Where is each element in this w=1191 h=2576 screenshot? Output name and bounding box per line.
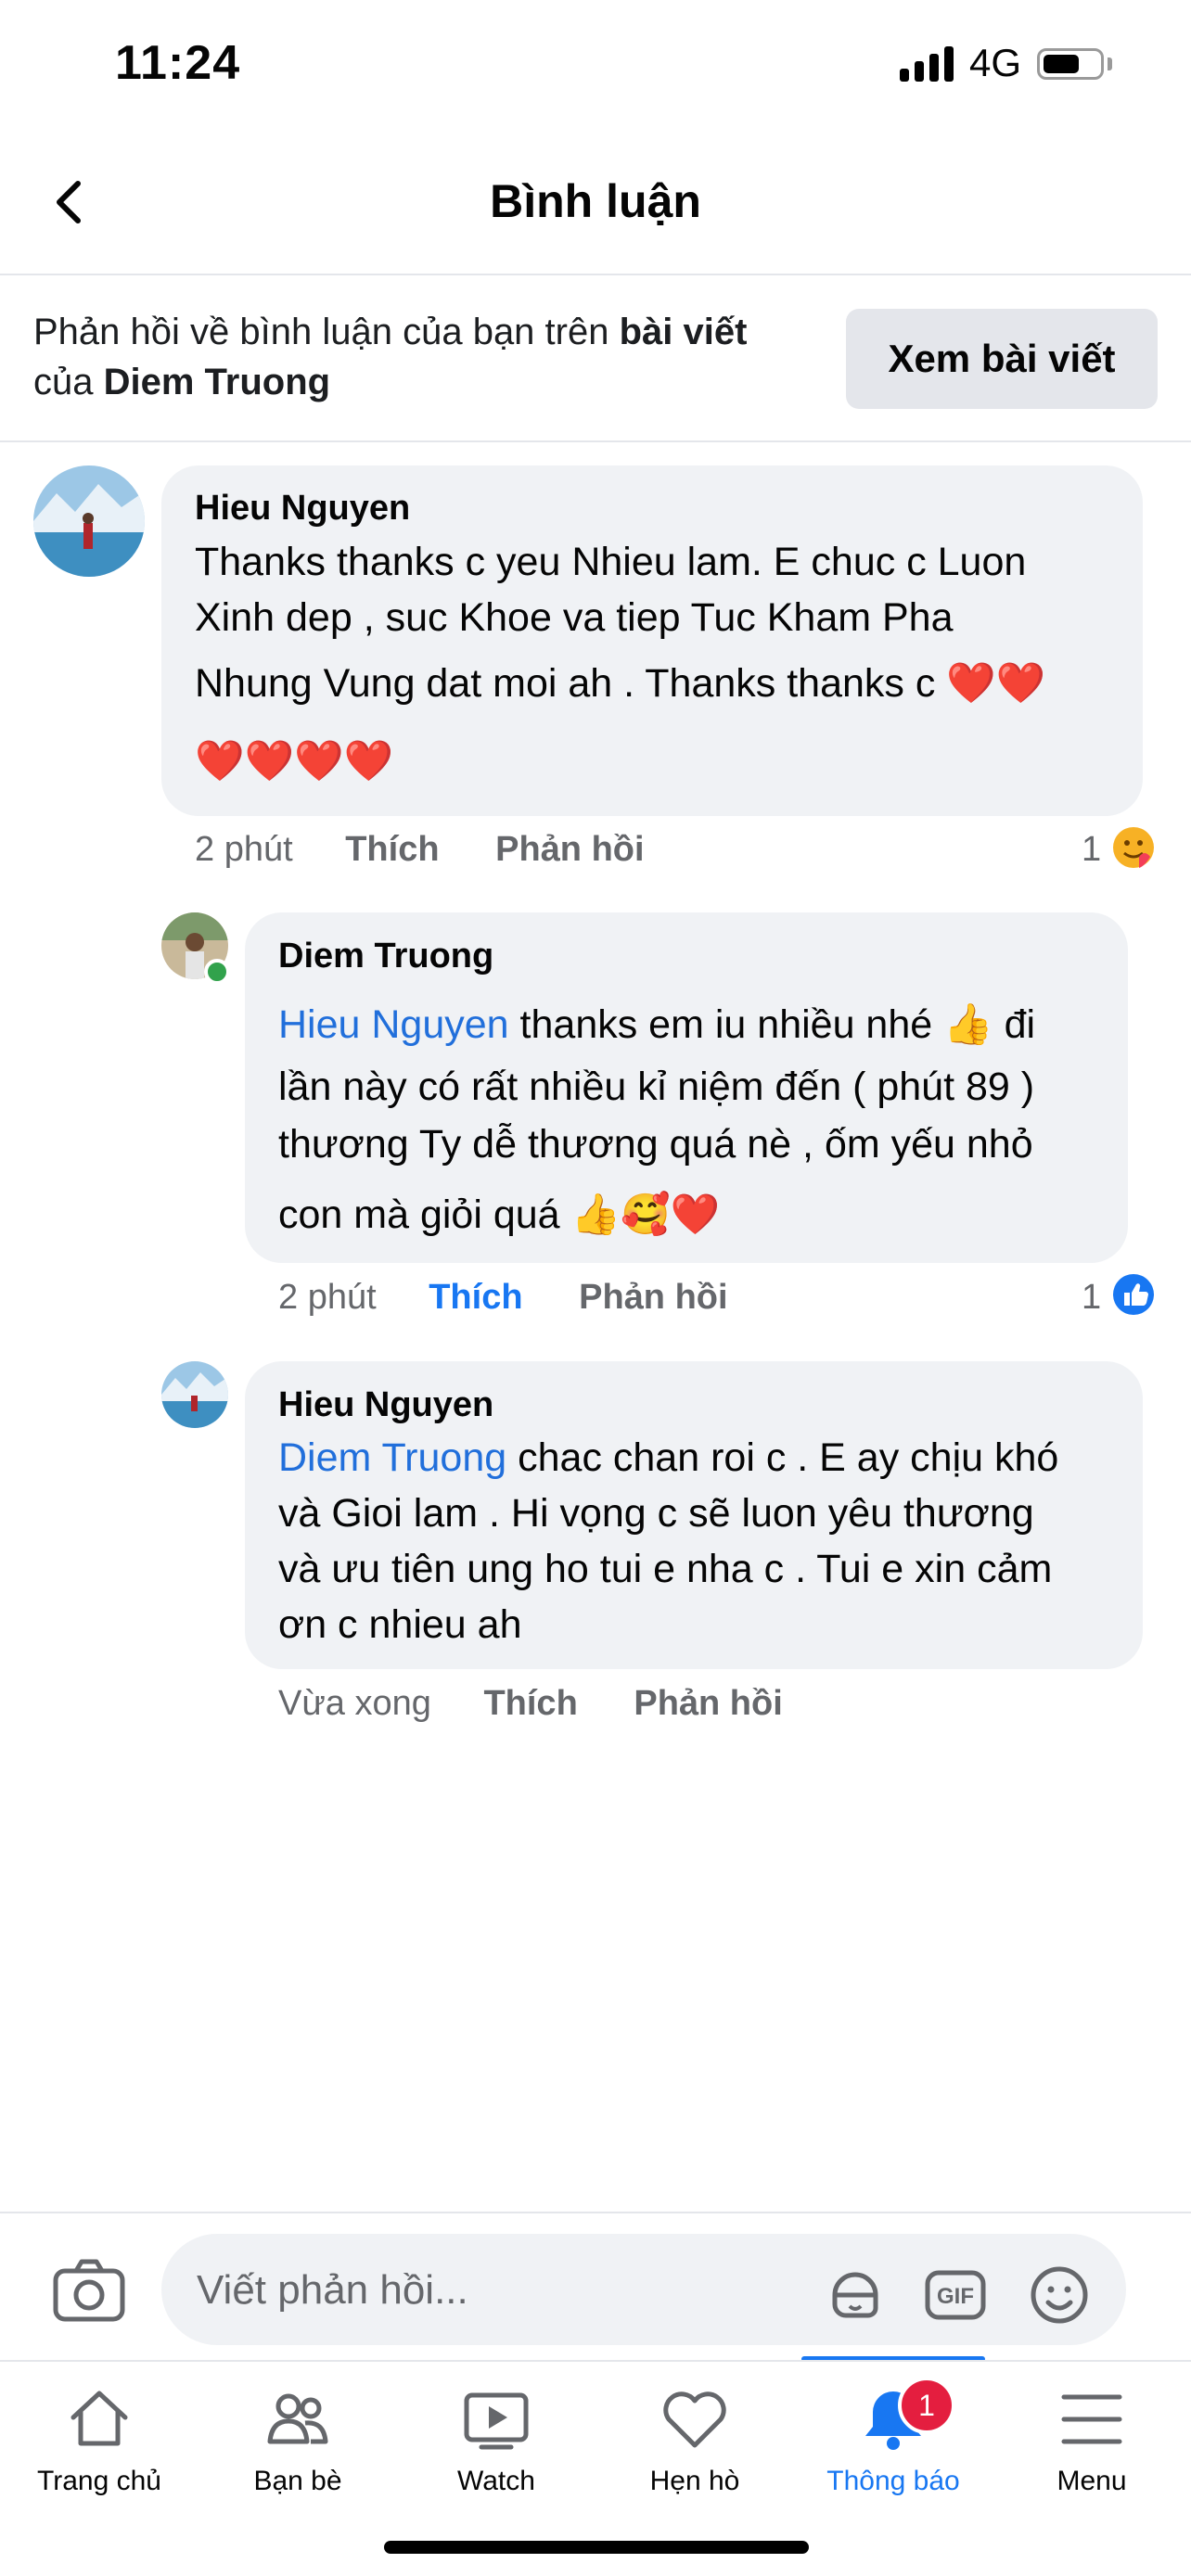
comment-line: và Gioi lam . Hi vọng c sẽ luon yêu thươ… xyxy=(278,1491,1034,1536)
heart-emoji-line: ❤️❤️❤️❤️ xyxy=(195,739,394,784)
comment-actions: Vừa xong Thích Phản hồi xyxy=(278,1684,783,1724)
comment-line-text: chac chan roi c . E ay chịu khó xyxy=(506,1435,1059,1480)
reply-input-container[interactable]: GIF xyxy=(161,2234,1126,2345)
post-author-name[interactable]: Diem Truong xyxy=(104,362,330,402)
bottom-tab-bar: Trang chủ Bạn bè Watch Hẹn hò 1 Thông bá… xyxy=(0,2360,1191,2510)
reply-context-banner: Phản hồi về bình luận của bạn trên bài v… xyxy=(0,275,1191,442)
tab-dating[interactable]: Hẹn hò xyxy=(596,2362,794,2510)
signal-strength-icon xyxy=(900,46,955,82)
tab-label: Bạn bè xyxy=(253,2466,342,2496)
avatar[interactable] xyxy=(161,1361,228,1428)
banner-text-before: Phản hồi về bình luận của bạn trên xyxy=(33,312,620,352)
avatar-photo-icon xyxy=(33,465,145,577)
comment-line: Nhung Vung dat moi ah . Thanks thanks c … xyxy=(195,660,1045,707)
like-button[interactable]: Thích xyxy=(345,830,439,869)
page-title: Bình luận xyxy=(490,175,701,227)
battery-tip xyxy=(1108,57,1112,70)
comment-line: ơn c nhieu ah xyxy=(278,1602,522,1647)
tab-label: Hẹn hò xyxy=(649,2466,740,2496)
like-button[interactable]: Thích xyxy=(483,1684,577,1723)
friends-icon xyxy=(267,2393,328,2444)
notification-badge: 1 xyxy=(898,2377,955,2434)
comment-line: lần này có rất nhiều kỉ niệm đến ( phút … xyxy=(278,1065,1035,1109)
home-indicator xyxy=(384,2541,809,2554)
comment-author[interactable]: Hieu Nguyen xyxy=(278,1385,493,1425)
tab-label: Menu xyxy=(1057,2466,1127,2496)
comment-author[interactable]: Hieu Nguyen xyxy=(195,489,410,529)
like-reaction-icon[interactable] xyxy=(1111,1272,1156,1317)
reply-button[interactable]: Phản hồi xyxy=(495,830,644,869)
care-reaction-icon[interactable] xyxy=(1111,825,1156,870)
heart-emoji: ❤️❤️ xyxy=(946,661,1046,706)
comment-line-text: Nhung Vung dat moi ah . Thanks thanks c xyxy=(195,661,936,706)
comment-actions: 2 phút Thích Phản hồi xyxy=(278,1278,728,1318)
tab-notifications[interactable]: 1 Thông báo xyxy=(794,2362,992,2510)
mention-link[interactable]: Diem Truong xyxy=(278,1435,506,1480)
comment-author[interactable]: Diem Truong xyxy=(278,937,493,976)
emoji-icon[interactable] xyxy=(1026,2262,1093,2328)
comment-time: 2 phút xyxy=(195,830,293,869)
banner-text-middle: của xyxy=(33,362,104,402)
reaction-count[interactable]: 1 xyxy=(1082,1278,1101,1318)
tab-label: Thông báo xyxy=(826,2466,960,2496)
svg-text:GIF: GIF xyxy=(937,2284,974,2309)
mention-link[interactable]: Hieu Nguyen xyxy=(278,1002,509,1047)
avatar[interactable] xyxy=(33,465,145,577)
avatar-photo-icon xyxy=(161,1361,228,1428)
post-link[interactable]: bài viết xyxy=(620,312,748,352)
status-time: 11:24 xyxy=(115,36,241,90)
header: Bình luận xyxy=(0,139,1191,275)
reply-input[interactable] xyxy=(195,2258,792,2323)
reply-composer: GIF xyxy=(0,2212,1191,2362)
comment-line: thương Ty dễ thương quá nè , ốm yếu nhỏ xyxy=(278,1122,1033,1167)
comment-line: Thanks thanks c yeu Nhieu lam. E chuc c … xyxy=(195,540,1027,584)
tab-home[interactable]: Trang chủ xyxy=(0,2362,198,2510)
dating-heart-icon xyxy=(663,2391,726,2448)
like-button-active[interactable]: Thích xyxy=(429,1278,522,1317)
home-icon xyxy=(70,2391,128,2446)
comment-line-text: thanks em iu nhiều nhé 👍 đi xyxy=(508,1002,1036,1047)
network-type: 4G xyxy=(969,41,1022,84)
tab-label: Watch xyxy=(457,2466,535,2496)
menu-icon xyxy=(1061,2394,1122,2444)
avatar-sticker-icon[interactable] xyxy=(822,2262,889,2328)
comment-line: con mà giỏi quá 👍🥰❤️ xyxy=(278,1192,721,1237)
reply-button[interactable]: Phản hồi xyxy=(579,1278,727,1317)
banner-text: Phản hồi về bình luận của bạn trên bài v… xyxy=(33,307,822,407)
comment-line: Hieu Nguyen thanks em iu nhiều nhé 👍 đi xyxy=(278,1001,1035,1048)
comment-time: Vừa xong xyxy=(278,1684,431,1723)
camera-icon[interactable] xyxy=(50,2252,128,2330)
status-bar: 11:24 4G xyxy=(0,0,1191,130)
online-status-dot xyxy=(204,959,230,985)
battery-icon xyxy=(1037,48,1104,80)
tab-watch[interactable]: Watch xyxy=(397,2362,596,2510)
comment-line: và ưu tiên ung ho tui e nha c . Tui e xi… xyxy=(278,1547,1053,1591)
watch-icon xyxy=(464,2392,529,2450)
tab-label: Trang chủ xyxy=(37,2466,161,2496)
tab-friends[interactable]: Bạn bè xyxy=(198,2362,397,2510)
comment-line: Diem Truong chac chan roi c . E ay chịu … xyxy=(278,1435,1058,1481)
comment-line: Xinh dep , suc Khoe va tiep Tuc Kham Pha xyxy=(195,595,954,640)
reaction-count[interactable]: 1 xyxy=(1082,830,1101,870)
gif-icon[interactable]: GIF xyxy=(922,2262,989,2328)
comment-time: 2 phút xyxy=(278,1278,377,1317)
comment-actions: 2 phút Thích Phản hồi xyxy=(195,830,645,870)
reply-button[interactable]: Phản hồi xyxy=(634,1684,782,1723)
tab-menu[interactable]: Menu xyxy=(992,2362,1191,2510)
view-post-button[interactable]: Xem bài viết xyxy=(846,309,1158,409)
